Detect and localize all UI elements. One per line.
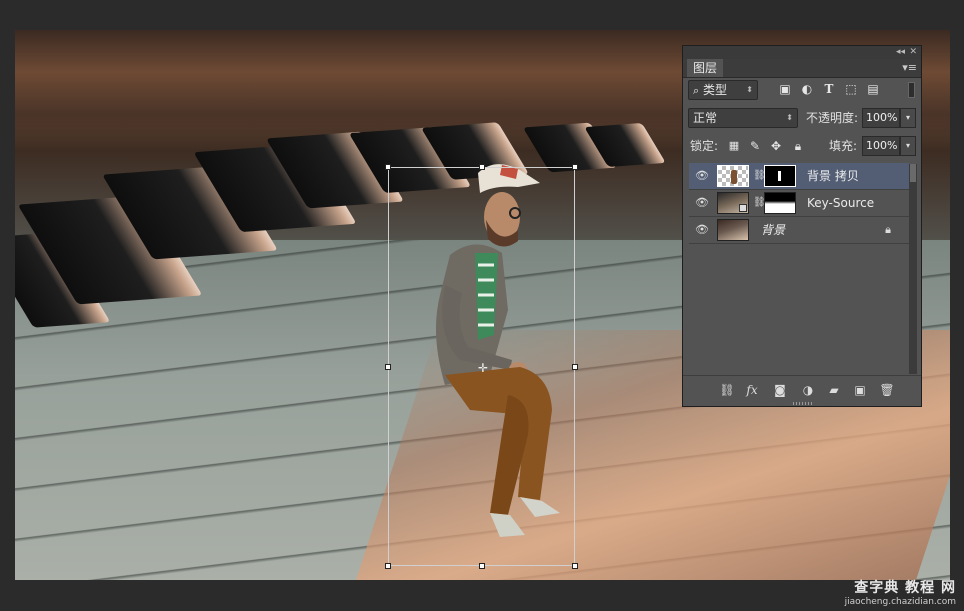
trash-icon[interactable]: 🗑︎ <box>878 381 896 399</box>
collapse-icon[interactable]: ◂◂ <box>896 46 905 59</box>
opacity-label: 不透明度: <box>806 111 859 125</box>
mask-link-icon[interactable]: ⛓︎ <box>753 169 766 183</box>
transform-handle-left[interactable] <box>385 364 391 370</box>
mask-link-icon[interactable]: ⛓︎ <box>753 196 766 210</box>
visibility-eye-icon[interactable]: 👁︎ <box>695 169 709 183</box>
transform-center-point-icon[interactable]: ✛ <box>477 362 489 374</box>
panel-bottom-toolbar: ⛓︎ fx ◙ ◑ ▰ ▣ 🗑︎ <box>683 375 921 406</box>
layer-thumbnail[interactable] <box>717 219 749 241</box>
transform-handle-right[interactable] <box>572 364 578 370</box>
transform-handle-bottom-right[interactable] <box>572 563 578 569</box>
search-icon: ⌕ <box>693 84 700 97</box>
group-folder-icon[interactable]: ▰ <box>825 381 843 399</box>
transform-handle-bottom-left[interactable] <box>385 563 391 569</box>
watermark-title: 查字典 教程 网 <box>854 580 956 596</box>
layer-name[interactable]: Key-Source <box>807 190 874 217</box>
visibility-eye-icon[interactable]: 👁︎ <box>695 196 709 210</box>
mask-icon[interactable]: ◙ <box>771 381 789 399</box>
lock-all-icon[interactable]: 🔒︎ <box>789 137 807 155</box>
filter-toggle-switch[interactable] <box>908 82 915 98</box>
blend-row: 正常 ⬍ 不透明度: 100% ▾ <box>683 108 921 130</box>
transform-handle-bottom[interactable] <box>479 563 485 569</box>
blend-mode-dropdown[interactable]: 正常 ⬍ <box>688 108 798 128</box>
new-layer-icon[interactable]: ▣ <box>851 381 869 399</box>
smart-object-badge-icon <box>739 204 747 212</box>
thumbnail-figure <box>731 170 737 184</box>
layer-row-background[interactable]: 👁︎ 背景 🔒︎ <box>689 217 909 244</box>
layer-name[interactable]: 背景 <box>761 217 785 244</box>
mask-figure-shape <box>778 171 781 181</box>
lock-transparent-icon[interactable]: ▦ <box>725 137 743 155</box>
layer-mask-thumbnail[interactable] <box>764 165 796 187</box>
free-transform-box[interactable]: ✛ <box>385 164 578 569</box>
transform-handle-top-left[interactable] <box>385 164 391 170</box>
blend-mode-value: 正常 <box>693 111 718 125</box>
layer-lock-icon: 🔒︎ <box>885 223 891 236</box>
panel-title-strip[interactable]: ◂◂ ✕ <box>683 46 921 59</box>
type-filter-icon[interactable]: T <box>820 80 838 98</box>
scrollbar-thumb[interactable] <box>910 164 916 182</box>
fx-icon[interactable]: fx <box>743 381 761 399</box>
filter-type-dropdown[interactable]: ⌕ 类型 ⬍ <box>688 80 758 100</box>
layer-mask-thumbnail[interactable] <box>764 192 796 214</box>
lock-label: 锁定: <box>690 139 719 153</box>
layer-row-background-copy[interactable]: 👁︎ ⛓︎ 背景 拷贝 <box>689 163 909 190</box>
lock-row: 锁定: ▦ ✎ ✥ 🔒︎ 填充: 100% ▾ <box>683 136 921 158</box>
filter-row: ⌕ 类型 ⬍ ▣ ◐ T ⬚ ▤ <box>683 80 921 102</box>
opacity-slider-button[interactable]: ▾ <box>900 108 916 128</box>
adjustment-filter-icon[interactable]: ◐ <box>798 80 816 98</box>
layer-thumbnail[interactable] <box>717 165 749 187</box>
site-watermark: 查字典 教程 网 jiaocheng.chazidian.com <box>826 577 956 607</box>
smartobject-filter-icon[interactable]: ▤ <box>864 80 882 98</box>
lock-position-move-icon[interactable]: ✥ <box>767 137 785 155</box>
visibility-eye-icon[interactable]: 👁︎ <box>695 223 709 237</box>
filter-type-label: 类型 <box>703 83 728 97</box>
panel-tab-row: 图层 ▾≡ <box>683 59 921 78</box>
adjustment-icon[interactable]: ◑ <box>799 381 817 399</box>
lock-paint-brush-icon[interactable]: ✎ <box>746 137 764 155</box>
watermark-url: jiaocheng.chazidian.com <box>844 597 956 607</box>
close-panel-icon[interactable]: ✕ <box>909 46 917 59</box>
layer-thumbnail[interactable] <box>717 192 749 214</box>
layer-name[interactable]: 背景 拷贝 <box>807 163 859 190</box>
resize-grip[interactable] <box>793 402 813 405</box>
fill-label: 填充: <box>829 139 858 153</box>
dropdown-arrow-icon: ⬍ <box>786 113 793 122</box>
fill-input[interactable]: 100% <box>862 136 900 156</box>
panel-menu-icon[interactable]: ▾≡ <box>902 61 917 74</box>
transform-handle-top[interactable] <box>479 164 485 170</box>
shape-filter-icon[interactable]: ⬚ <box>842 80 860 98</box>
opacity-input[interactable]: 100% <box>862 108 900 128</box>
layers-panel: ◂◂ ✕ 图层 ▾≡ ⌕ 类型 ⬍ ▣ ◐ T ⬚ ▤ 正常 ⬍ 不透明度: 1… <box>682 45 922 407</box>
transform-handle-top-right[interactable] <box>572 164 578 170</box>
fill-slider-button[interactable]: ▾ <box>900 136 916 156</box>
link-layers-icon[interactable]: ⛓︎ <box>718 381 736 399</box>
layer-row-key-source[interactable]: 👁︎ ⛓︎ Key-Source <box>689 190 909 217</box>
dropdown-arrow-icon: ⬍ <box>746 85 753 94</box>
image-filter-icon[interactable]: ▣ <box>776 80 794 98</box>
tab-layers[interactable]: 图层 <box>687 59 724 77</box>
layers-scrollbar[interactable] <box>909 164 917 374</box>
